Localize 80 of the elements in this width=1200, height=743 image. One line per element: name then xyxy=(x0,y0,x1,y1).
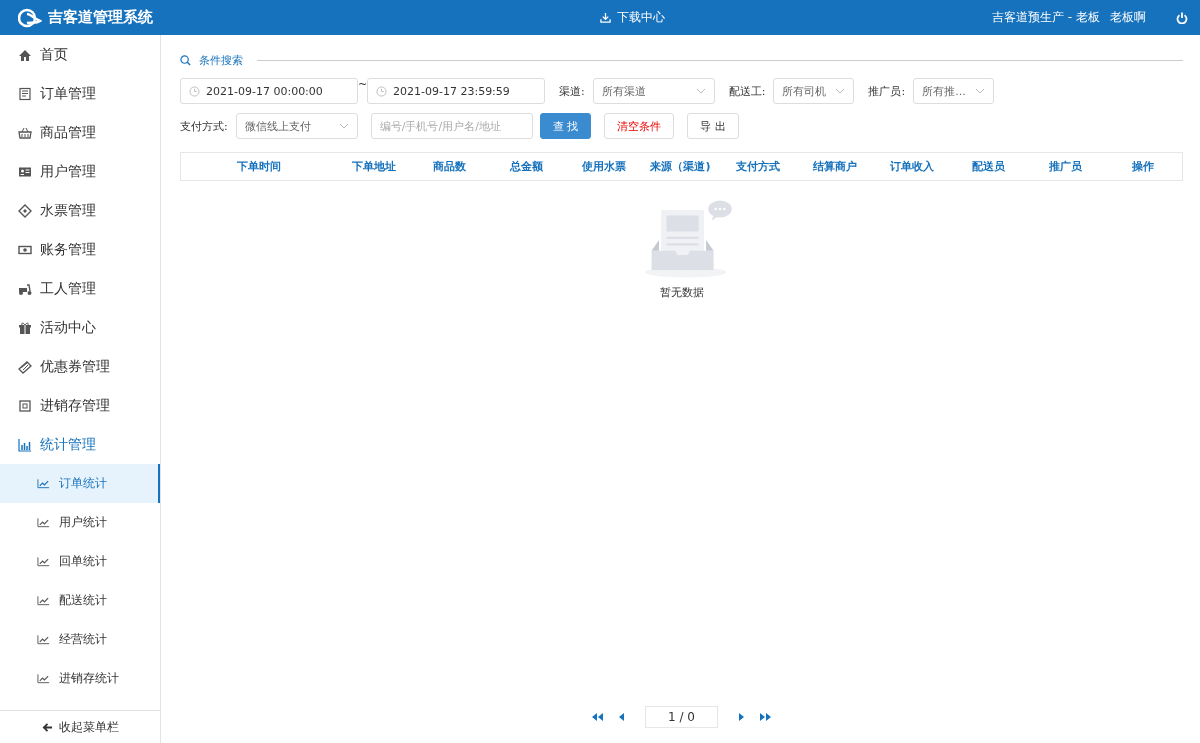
column-header: 结算商户 xyxy=(811,159,858,174)
sidebar-item[interactable]: 活动中心 xyxy=(0,308,160,347)
sidebar-item[interactable]: 优惠券管理 xyxy=(0,347,160,386)
sidebar-item[interactable]: 订单管理 xyxy=(0,74,160,113)
sidebar-item[interactable]: 用户管理 xyxy=(0,152,160,191)
logo-icon xyxy=(18,7,42,28)
arrow-left-icon xyxy=(41,721,53,733)
field-label: 支付方式: xyxy=(180,118,228,134)
section-title: 条件搜索 xyxy=(199,52,243,68)
search-icon xyxy=(180,54,191,66)
collapse-menu-button[interactable]: 收起菜单栏 xyxy=(0,710,160,743)
chevron-down-icon xyxy=(338,123,349,129)
search-input[interactable]: 编号/手机号/用户名/地址 xyxy=(370,113,533,139)
clear-button[interactable]: 清空条件 xyxy=(604,113,675,139)
last-page-icon[interactable] xyxy=(758,712,772,722)
document-icon xyxy=(18,86,32,101)
dropdown[interactable]: 微信线上支付 xyxy=(235,113,358,139)
sidebar-subitem[interactable]: 经营统计 xyxy=(0,620,160,659)
chevron-down-icon xyxy=(835,88,846,94)
sidebar-subitem[interactable]: 用户统计 xyxy=(0,503,160,542)
gift-icon xyxy=(18,320,32,335)
export-button[interactable]: 导 出 xyxy=(687,113,739,139)
field-label: 配送工: xyxy=(728,83,766,99)
column-header: 支付方式 xyxy=(734,159,781,174)
dropdown[interactable]: 所有司机 xyxy=(773,78,855,104)
column-header: 下单地址 xyxy=(351,159,397,174)
scooter-icon xyxy=(18,281,32,296)
chevron-down-icon xyxy=(695,88,706,94)
range-separator: ~ xyxy=(358,78,367,91)
dropdown[interactable]: 所有渠道 xyxy=(592,78,715,104)
line-chart-icon xyxy=(37,595,50,606)
sidebar-item[interactable]: 进销存管理 xyxy=(0,386,160,425)
bar-chart-icon xyxy=(18,437,32,452)
column-header: 推广员 xyxy=(1048,159,1083,174)
basket-icon xyxy=(18,125,32,140)
power-icon[interactable] xyxy=(1176,11,1188,24)
sidebar-subitem[interactable]: 订单统计 xyxy=(0,464,160,503)
line-chart-icon xyxy=(37,634,50,645)
app-title: 吉客道管理系统 xyxy=(48,8,153,27)
field-label: 渠道: xyxy=(559,83,585,99)
sidebar-item[interactable]: 账务管理 xyxy=(0,230,160,269)
line-chart-icon xyxy=(37,517,50,528)
download-icon xyxy=(600,12,611,23)
sidebar-item[interactable]: 商品管理 xyxy=(0,113,160,152)
sidebar-item[interactable]: 水票管理 xyxy=(0,191,160,230)
column-header: 操作 xyxy=(1130,159,1155,174)
date-field[interactable]: 2021-09-17 00:00:00 xyxy=(180,78,358,104)
dropdown[interactable]: 所有推... xyxy=(913,78,995,104)
clock-icon xyxy=(376,85,387,97)
line-chart-icon xyxy=(37,673,50,684)
column-header: 总金额 xyxy=(508,159,544,174)
search-button[interactable]: 查 找 xyxy=(539,113,592,139)
line-chart-icon xyxy=(37,556,50,567)
column-header: 订单收入 xyxy=(888,159,935,174)
sidebar-item[interactable]: 首页 xyxy=(0,35,160,74)
download-center-link[interactable]: 下载中心 xyxy=(600,9,665,26)
empty-state-text: 暂无数据 xyxy=(659,285,704,300)
chevron-down-icon xyxy=(975,88,986,94)
square-icon xyxy=(18,398,32,413)
page-indicator: 1 / 0 xyxy=(645,706,718,728)
sidebar-item[interactable]: 工人管理 xyxy=(0,269,160,308)
column-header: 商品数 xyxy=(432,159,467,174)
sidebar-item[interactable]: 统计管理 xyxy=(0,425,160,464)
line-chart-icon xyxy=(37,478,50,489)
house-icon xyxy=(18,47,32,62)
date-field[interactable]: 2021-09-17 23:59:59 xyxy=(367,78,545,104)
sidebar-subitem[interactable]: 配送统计 xyxy=(0,581,160,620)
column-header: 下单时间 xyxy=(236,159,282,174)
first-page-icon[interactable] xyxy=(591,712,605,722)
user-name[interactable]: 老板啊 xyxy=(1110,9,1146,26)
column-header: 来源（渠道) xyxy=(649,159,712,174)
ticket-icon xyxy=(18,203,32,218)
column-header: 使用水票 xyxy=(580,159,627,174)
column-header: 配送员 xyxy=(971,159,1006,174)
sidebar-subitem[interactable]: 回单统计 xyxy=(0,542,160,581)
tickets-icon xyxy=(18,359,32,374)
organization-role: 吉客道预生产 - 老板 xyxy=(992,9,1100,26)
field-label: 推广员: xyxy=(868,83,906,99)
clock-icon xyxy=(189,85,200,97)
sidebar-subitem[interactable]: 进销存统计 xyxy=(0,659,160,698)
